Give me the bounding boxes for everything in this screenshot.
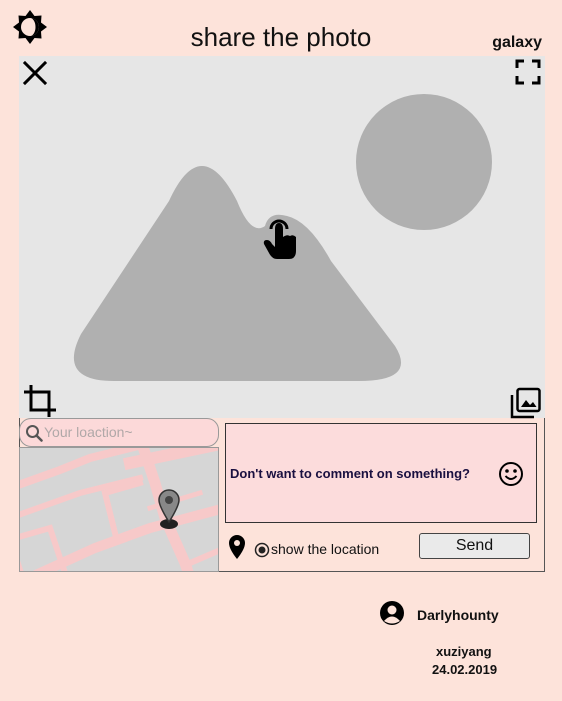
show-location-label[interactable]: show the location <box>271 541 379 557</box>
send-button[interactable]: Send <box>419 533 530 559</box>
location-search <box>19 418 219 447</box>
search-icon <box>25 424 43 442</box>
map-roads <box>20 448 218 571</box>
show-location-radio[interactable] <box>254 542 270 558</box>
username[interactable]: Darlyhounty <box>417 607 499 623</box>
page-title: share the photo <box>190 22 372 52</box>
date-stamp: 24.02.2019 <box>432 662 498 677</box>
close-icon[interactable] <box>22 60 48 86</box>
crop-icon[interactable] <box>22 383 58 419</box>
hand-pointer-icon <box>262 213 300 261</box>
location-pin-icon <box>228 534 246 560</box>
map-preview[interactable] <box>19 447 219 572</box>
fullscreen-icon[interactable] <box>515 59 541 85</box>
author-name: xuziyang <box>436 644 492 659</box>
device-label: galaxy <box>492 34 542 51</box>
map-marker-icon <box>157 488 181 530</box>
smiley-icon[interactable] <box>498 461 524 487</box>
gallery-icon[interactable] <box>509 387 541 419</box>
location-search-input[interactable] <box>44 422 212 442</box>
radio-selected-icon <box>254 542 270 558</box>
user-circle-icon[interactable] <box>379 600 405 626</box>
comment-input[interactable]: Don't want to comment on something? <box>225 423 537 523</box>
comment-prompt: Don't want to comment on something? <box>230 466 470 481</box>
